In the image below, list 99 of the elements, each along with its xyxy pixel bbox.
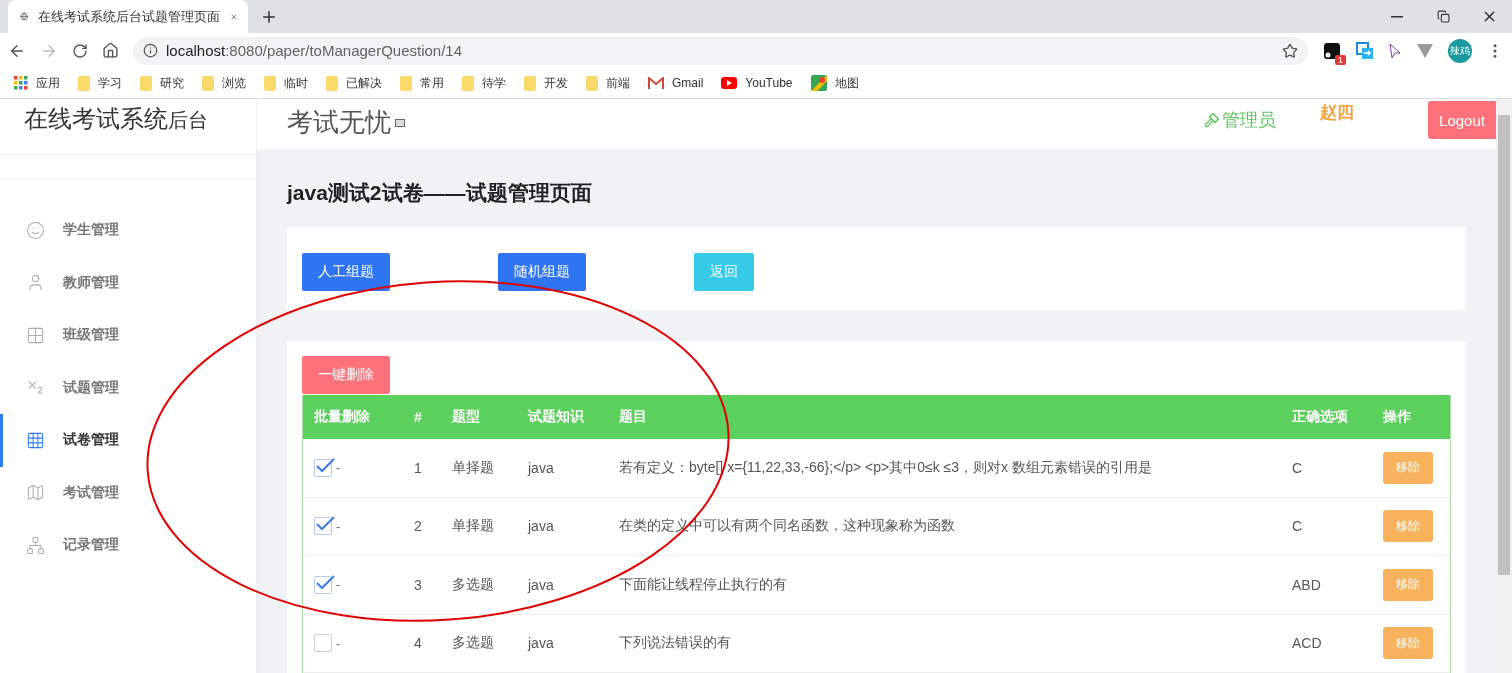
- folder-icon: [140, 75, 152, 91]
- bookmark[interactable]: 已解决: [326, 74, 382, 92]
- table-cell-text: 2: [413, 518, 423, 535]
- checkbox[interactable]: [314, 517, 332, 536]
- checkbox[interactable]: [314, 458, 332, 477]
- delete-all-button[interactable]: 一键删除: [302, 356, 390, 394]
- browser-tab[interactable]: 在线考试系统后台试题管理页面: [8, 0, 248, 33]
- url-text: localhost:8080/paper/toManagerQuestion/14: [166, 42, 463, 59]
- table-cell-text: java: [526, 576, 555, 593]
- folder-icon: [78, 75, 90, 91]
- home-icon[interactable]: [102, 42, 119, 59]
- column-header: 操作: [1382, 408, 1412, 426]
- column-header: #: [413, 409, 423, 425]
- extension-icon[interactable]: [1356, 41, 1374, 60]
- sidebar-item[interactable]: 试卷管理: [0, 414, 256, 467]
- column-header: 正确选项: [1291, 408, 1349, 426]
- column-header: 试题知识: [527, 408, 585, 426]
- table-cell-text: 3: [413, 576, 423, 593]
- table-cell-text: 下面能让线程停止执行的有: [618, 575, 788, 594]
- table-cell: -: [336, 518, 341, 534]
- bookmark[interactable]: 常用: [400, 74, 444, 92]
- table-cell-text: java: [526, 518, 555, 535]
- bookmark[interactable]: 临时: [264, 74, 308, 92]
- profile-avatar[interactable]: 辣鸡: [1448, 38, 1472, 63]
- page-title: java测试2试卷——试题管理页面: [287, 180, 593, 206]
- column-header: 题型: [451, 408, 481, 426]
- column-header: 题目: [618, 408, 648, 426]
- bookmark[interactable]: 学习: [78, 74, 122, 92]
- table-cell: -: [336, 460, 341, 476]
- table-cell-text: 多选题: [451, 634, 495, 653]
- bookmark[interactable]: 应用: [14, 74, 60, 92]
- table-cell-text: 若有定义：byte[] x={11,22,33,-66};</p> <p>其中0≤k ≤3，则对x 数组元素错误的引用是: [618, 458, 1153, 477]
- sidebar-item[interactable]: 考试管理: [0, 466, 256, 519]
- bookmark[interactable]: 开发: [524, 74, 568, 92]
- globe-icon: [20, 9, 29, 24]
- table-cell-text: ACD: [1291, 635, 1323, 652]
- cursor-icon[interactable]: [1388, 42, 1402, 59]
- folder-icon: [524, 75, 536, 91]
- restore-icon: [1436, 10, 1450, 23]
- folder-icon: [326, 75, 338, 91]
- sidebar-icon: [26, 430, 45, 450]
- role-label: 管理员: [1222, 109, 1276, 132]
- bookmark[interactable]: 浏览: [202, 74, 246, 92]
- sidebar-icon: [26, 325, 45, 345]
- reload-icon[interactable]: [72, 42, 88, 59]
- table-cell-text: 单择题: [451, 517, 495, 536]
- table-cell-text: ABD: [1291, 576, 1322, 593]
- brand-title: 在线考试系统后台: [0, 99, 256, 155]
- sidebar-item[interactable]: 教师管理: [0, 256, 256, 309]
- sidebar-item[interactable]: 试题管理: [0, 361, 256, 414]
- bookmark-star-icon[interactable]: [1282, 42, 1298, 59]
- table-cell: -: [336, 577, 341, 593]
- checkbox[interactable]: [314, 575, 332, 594]
- bookmark[interactable]: 研究: [140, 74, 184, 92]
- sidebar-icon: [26, 535, 45, 555]
- table-cell-text: java: [526, 459, 555, 476]
- action-button[interactable]: 随机组题: [498, 253, 586, 291]
- column-header: 批量删除: [313, 408, 371, 426]
- logout-button[interactable]: Logout: [1428, 101, 1496, 139]
- sidebar-icon: [26, 220, 45, 240]
- user-name: 赵四: [1320, 102, 1354, 124]
- folder-icon: [202, 75, 214, 91]
- new-tab-icon[interactable]: [260, 8, 278, 26]
- image-icon: [395, 118, 405, 127]
- map-icon: [810, 75, 827, 91]
- table-cell-text: 单择题: [451, 458, 495, 477]
- folder-icon: [586, 75, 598, 91]
- bookmark[interactable]: Gmail: [648, 76, 704, 90]
- sidebar-item[interactable]: 班级管理: [0, 309, 256, 362]
- folder-icon: [400, 75, 412, 91]
- sidebar-icon: [26, 273, 45, 293]
- table-cell-text: java: [526, 635, 555, 652]
- table-cell-text: 下列说法错误的有: [618, 634, 732, 653]
- sidebar-item[interactable]: 学生管理: [0, 204, 256, 257]
- apps-grid-icon: [14, 76, 28, 90]
- sidebar-icon: [26, 483, 45, 503]
- scrollbar[interactable]: [1496, 99, 1512, 673]
- folder-icon: [264, 75, 276, 91]
- address-bar[interactable]: localhost:8080/paper/toManagerQuestion/14: [133, 36, 1308, 65]
- bookmark[interactable]: YouTube: [721, 76, 793, 90]
- gavel-icon: [1204, 112, 1220, 128]
- header-title: 考试无忧: [287, 106, 391, 139]
- bookmark[interactable]: 地图: [810, 74, 859, 92]
- table-cell: -: [336, 635, 341, 651]
- table-cell-text: C: [1291, 459, 1304, 476]
- folder-icon: [462, 75, 474, 91]
- table-cell-text: 多选题: [451, 575, 495, 594]
- play-icon: [721, 77, 738, 89]
- minimize-icon: [1391, 15, 1403, 18]
- bookmark[interactable]: 待学: [462, 74, 506, 92]
- table-cell-text: 1: [413, 459, 423, 476]
- checkbox[interactable]: [314, 634, 332, 653]
- mail-icon: [648, 77, 664, 89]
- table-cell-text: C: [1291, 518, 1304, 535]
- table-cell-text: 4: [413, 635, 423, 652]
- info-icon[interactable]: [143, 43, 158, 58]
- bookmark[interactable]: 前端: [586, 74, 630, 92]
- action-button[interactable]: 人工组题: [302, 253, 390, 291]
- sidebar-item[interactable]: 记录管理: [0, 519, 256, 572]
